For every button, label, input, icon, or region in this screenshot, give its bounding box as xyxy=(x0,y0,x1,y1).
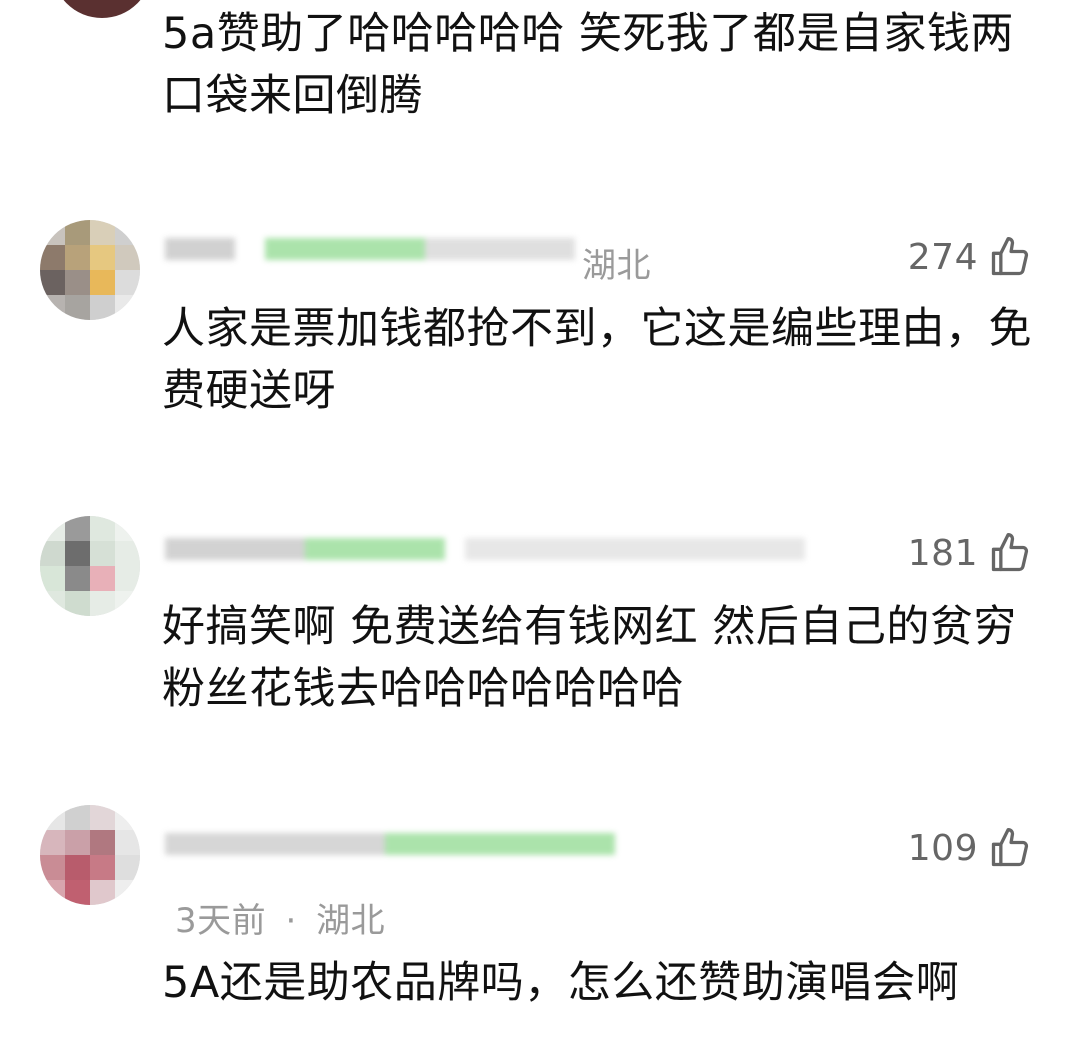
meta-separator: · xyxy=(285,901,297,941)
comment-location: 湖北 xyxy=(316,901,386,941)
avatar[interactable] xyxy=(40,805,140,905)
thumbs-up-icon xyxy=(991,237,1029,276)
like-button[interactable]: 274 xyxy=(908,234,1032,280)
like-count: 274 xyxy=(907,236,978,278)
comment-location: 湖北 xyxy=(582,246,651,286)
like-button[interactable]: 181 xyxy=(908,530,1032,576)
comment-item-2: 181 好搞笑啊 免费送给有钱网红 然后自己的贫穷粉丝花钱去哈哈哈哈哈哈哈 xyxy=(0,512,1084,742)
username-blurred[interactable] xyxy=(165,230,585,270)
avatar[interactable] xyxy=(52,0,152,18)
like-count: 109 xyxy=(907,827,978,869)
thumbs-up-icon xyxy=(991,533,1029,572)
thumbs-up-icon xyxy=(991,828,1029,867)
comment-text: 5A还是助农品牌吗，怎么还赞助演唱会啊 xyxy=(162,958,960,1008)
comment-time: 3天前 xyxy=(175,901,267,941)
username-blurred[interactable] xyxy=(165,530,805,570)
username-blurred[interactable] xyxy=(165,825,615,865)
comment-item-0: 5a赞助了哈哈哈哈哈 笑死我了都是自家钱两口袋来回倒腾 xyxy=(0,0,1084,170)
comment-item-1: 湖北 274 人家是票加钱都抢不到，它这是编些理由，免费硬送呀 xyxy=(0,212,1084,442)
comment-text: 人家是票加钱都抢不到，它这是编些理由，免费硬送呀 xyxy=(162,304,1032,416)
like-count: 181 xyxy=(907,532,978,574)
comment-text: 5a赞助了哈哈哈哈哈 笑死我了都是自家钱两口袋来回倒腾 xyxy=(162,9,1014,121)
comment-meta: 3天前 · 湖北 xyxy=(175,893,385,942)
comment-text: 好搞笑啊 免费送给有钱网红 然后自己的贫穷粉丝花钱去哈哈哈哈哈哈哈 xyxy=(162,602,1017,714)
like-button[interactable]: 109 xyxy=(908,825,1032,871)
comment-item-3: 109 3天前 · 湖北 5A还是助农品牌吗，怎么还赞助演唱会啊 xyxy=(0,805,1084,1042)
avatar[interactable] xyxy=(40,516,140,616)
avatar[interactable] xyxy=(40,220,140,320)
